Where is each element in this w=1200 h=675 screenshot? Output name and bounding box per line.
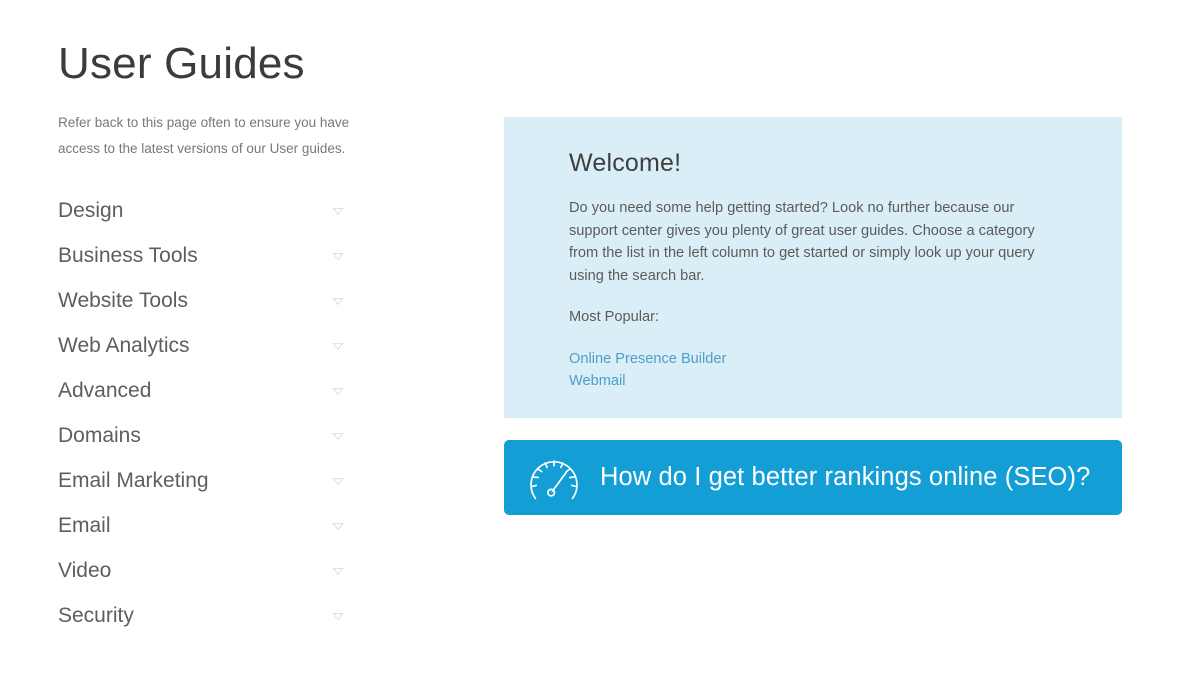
main-content: Welcome! Do you need some help getting s… [504,117,1122,515]
sidebar-item-advanced[interactable]: Advanced [58,368,347,413]
seo-banner-label: How do I get better rankings online (SEO… [600,462,1091,491]
sidebar-item-design[interactable]: Design [58,188,347,233]
sidebar: User Guides Refer back to this page ofte… [58,0,358,638]
caret-down-icon[interactable] [331,249,345,263]
welcome-heading: Welcome! [569,149,682,177]
list-item: Webmail [569,370,1076,393]
list-item: Online Presence Builder [569,348,1076,371]
user-guides-page: User Guides Refer back to this page ofte… [0,0,1200,675]
caret-down-icon[interactable] [331,384,345,398]
category-label: Domains [58,424,141,447]
category-label: Advanced [58,379,152,402]
caret-down-icon[interactable] [331,339,345,353]
popular-links-list: Online Presence Builder Webmail [569,348,1076,393]
caret-down-icon[interactable] [331,429,345,443]
category-label: Email [58,514,111,537]
caret-down-icon[interactable] [331,609,345,623]
caret-down-icon[interactable] [331,519,345,533]
sidebar-item-website-tools[interactable]: Website Tools [58,278,347,323]
sidebar-item-email[interactable]: Email [58,503,347,548]
category-label: Business Tools [58,244,198,267]
sidebar-item-domains[interactable]: Domains [58,413,347,458]
welcome-body-text: Do you need some help getting started? L… [569,200,1035,284]
sidebar-item-email-marketing[interactable]: Email Marketing [58,458,347,503]
sidebar-item-business-tools[interactable]: Business Tools [58,233,347,278]
link-webmail[interactable]: Webmail [569,370,626,393]
sidebar-intro-text: Refer back to this page often to ensure … [58,115,350,156]
caret-down-icon[interactable] [331,204,345,218]
link-online-presence-builder[interactable]: Online Presence Builder [569,348,726,371]
category-label: Email Marketing [58,469,209,492]
category-label: Video [58,559,112,582]
category-label: Security [58,604,134,627]
speedometer-icon [523,453,585,503]
caret-down-icon[interactable] [331,294,345,308]
category-list: Design Business Tools Website Tools Web … [58,188,347,638]
page-title: User Guides [58,39,305,88]
sidebar-item-video[interactable]: Video [58,548,347,593]
category-label: Design [58,199,124,222]
category-label: Web Analytics [58,334,190,357]
caret-down-icon[interactable] [331,474,345,488]
caret-down-icon[interactable] [331,564,345,578]
seo-banner-button[interactable]: How do I get better rankings online (SEO… [504,440,1122,515]
sidebar-item-web-analytics[interactable]: Web Analytics [58,323,347,368]
sidebar-item-security[interactable]: Security [58,593,347,638]
welcome-panel: Welcome! Do you need some help getting s… [504,117,1122,418]
category-label: Website Tools [58,289,188,312]
most-popular-label: Most Popular: [569,309,660,325]
